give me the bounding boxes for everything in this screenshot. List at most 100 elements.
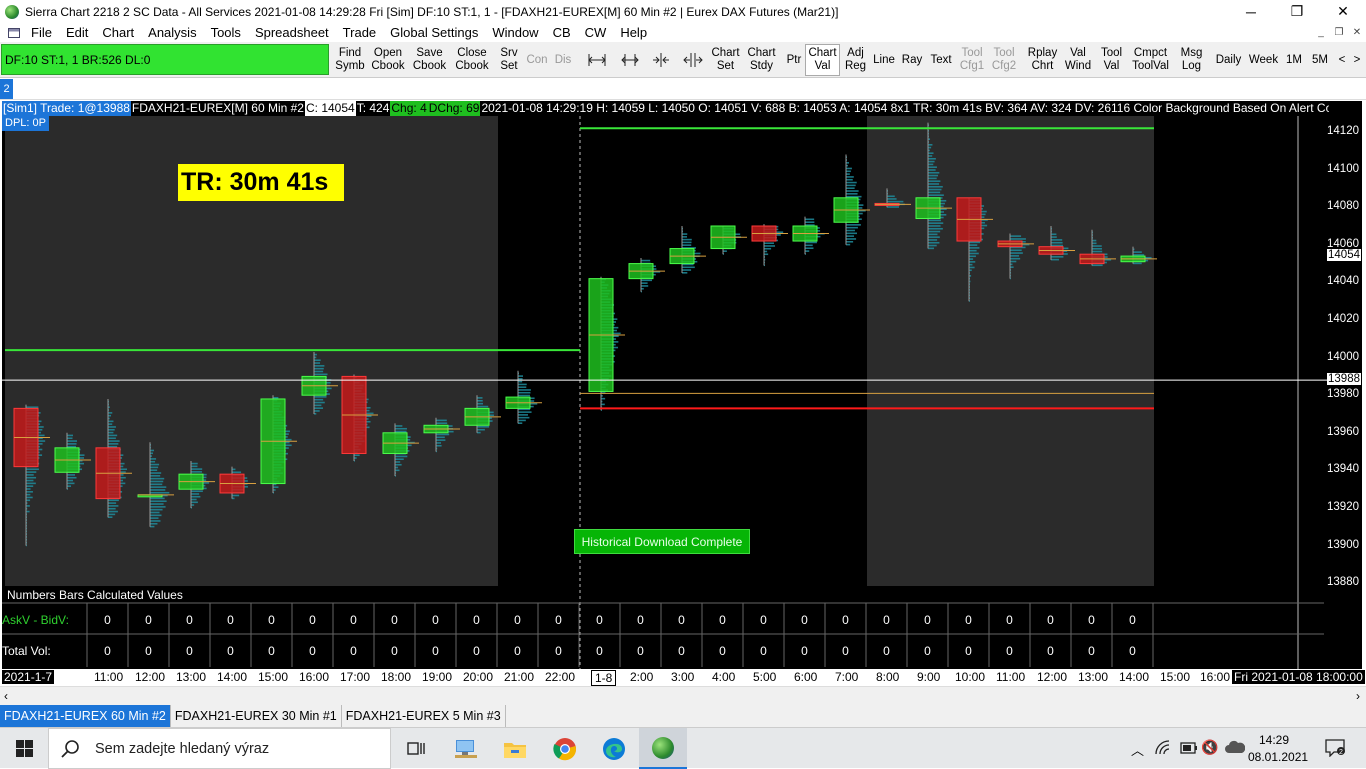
toolbar-button-sublabel: Reg bbox=[844, 60, 867, 72]
network-folder-icon[interactable] bbox=[442, 728, 490, 769]
toolbar-find-symb-button[interactable]: Find Symb bbox=[334, 44, 366, 76]
volume-profile-row bbox=[477, 431, 481, 434]
chartbook-tab-30min[interactable]: FDAXH21-EUREX 30 Min #1 bbox=[171, 705, 342, 727]
clock-date[interactable]: 08.01.2021 bbox=[1248, 750, 1308, 764]
toolbar-daily-button[interactable]: Daily bbox=[1211, 44, 1246, 76]
sierra-chart-taskbar-icon[interactable] bbox=[639, 728, 687, 769]
toolbar-val-wind-button[interactable]: Val Wind bbox=[1061, 44, 1095, 76]
toolbar-rplay-chrt-button[interactable]: Rplay Chrt bbox=[1024, 44, 1061, 76]
document-system-menu-icon[interactable] bbox=[8, 27, 20, 38]
toolbar--button[interactable]: > bbox=[1350, 44, 1364, 76]
battery-icon[interactable] bbox=[1180, 742, 1198, 757]
wifi-icon[interactable] bbox=[1155, 740, 1173, 759]
toolbar-chart-val-button[interactable]: Chart Val bbox=[805, 44, 840, 76]
toolbar-adj-reg-button[interactable]: Adj Reg bbox=[842, 44, 869, 76]
volume-profile-row bbox=[764, 242, 774, 245]
volume-profile-row bbox=[641, 279, 652, 282]
toolbar--button[interactable]: < bbox=[1334, 44, 1350, 76]
menu-analysis[interactable]: Analysis bbox=[141, 25, 203, 40]
toolbar-button-labels: Chart Stdy bbox=[747, 47, 775, 73]
menu-cb[interactable]: CB bbox=[546, 25, 578, 40]
scroll-to-start-icon[interactable] bbox=[584, 44, 610, 76]
maximize-button[interactable]: ❐ bbox=[1274, 0, 1320, 23]
session-background-jan8 bbox=[867, 116, 1154, 586]
volume-profile-row bbox=[518, 419, 526, 422]
price-scale[interactable]: 14120 14100 14080 14060 14040 14020 14000 13980… bbox=[1327, 101, 1362, 686]
menu-tools[interactable]: Tools bbox=[204, 25, 248, 40]
mdi-minimize-button[interactable]: _ bbox=[1312, 23, 1330, 41]
volume-muted-icon[interactable]: 🔇 bbox=[1201, 739, 1218, 756]
volume-profile-row bbox=[191, 465, 198, 468]
clock-time[interactable]: 14:29 bbox=[1253, 733, 1295, 747]
toolbar-cmpct-toolval-button[interactable]: Cmpct ToolVal bbox=[1129, 44, 1172, 76]
volume-profile-row bbox=[26, 505, 30, 507]
toolbar-ptr-button[interactable]: Ptr bbox=[783, 44, 805, 76]
toolbar-text-button[interactable]: Text bbox=[927, 44, 955, 76]
time-axis-label: 21:00 bbox=[504, 670, 535, 684]
scroll-right-icon[interactable]: › bbox=[1356, 689, 1360, 703]
askv-bidv-value: 0 bbox=[104, 613, 111, 627]
toolbar-line-button[interactable]: Line bbox=[870, 44, 898, 76]
toolbar-chart-set-button[interactable]: Chart Set bbox=[708, 44, 743, 76]
chart-number-tab[interactable]: 2 bbox=[0, 79, 13, 99]
toolbar-srv-set-button[interactable]: Srv Set bbox=[496, 44, 522, 76]
volume-profile-row bbox=[1010, 266, 1014, 268]
scroll-left-icon[interactable]: ‹ bbox=[4, 689, 8, 703]
menu-help[interactable]: Help bbox=[613, 25, 654, 40]
volume-profile-row bbox=[150, 503, 164, 505]
menu-spreadsheet[interactable]: Spreadsheet bbox=[248, 25, 336, 40]
toolbar-tool-cfg1-button[interactable]: Tool Cfg1 bbox=[956, 44, 988, 76]
toolbar-msg-log-button[interactable]: Msg Log bbox=[1176, 44, 1207, 76]
file-explorer-icon[interactable] bbox=[491, 728, 539, 769]
toolbar-tool-val-button[interactable]: Tool Val bbox=[1096, 44, 1127, 76]
toolbar-chart-stdy-button[interactable]: Chart Stdy bbox=[744, 44, 779, 76]
menu-file[interactable]: File bbox=[24, 25, 59, 40]
taskbar-search-box[interactable]: Sem zadejte hledaný výraz bbox=[48, 728, 391, 769]
chartbook-tab-5min[interactable]: FDAXH21-EUREX 5 Min #3 bbox=[342, 705, 506, 727]
chart-area[interactable]: [Sim1] Trade: 1@13988 FDAXH21-EUREX[M] 60… bbox=[2, 101, 1362, 686]
toolbar-ray-button[interactable]: Ray bbox=[899, 44, 925, 76]
horizontal-scrollbar[interactable]: ‹ › bbox=[0, 686, 1366, 705]
scroll-to-end-icon[interactable] bbox=[617, 44, 643, 76]
askv-bidv-value: 0 bbox=[842, 613, 849, 627]
notifications-icon[interactable]: 2 bbox=[1325, 739, 1345, 760]
close-button[interactable]: ✕ bbox=[1320, 0, 1366, 23]
zoom-in-bars-icon[interactable] bbox=[648, 44, 674, 76]
toolbar-tool-cfg2-button[interactable]: Tool Cfg2 bbox=[988, 44, 1020, 76]
toolbar-save-cbook-button[interactable]: Save Cbook bbox=[410, 44, 449, 76]
show-hidden-icons-icon[interactable]: ︿ bbox=[1131, 740, 1144, 759]
toolbar-5m-button[interactable]: 5M bbox=[1307, 44, 1333, 76]
chrome-icon[interactable] bbox=[541, 728, 589, 769]
toolbar-close-cbook-button[interactable]: Close Cbook bbox=[452, 44, 492, 76]
volume-profile-row bbox=[150, 472, 162, 474]
volume-profile-row bbox=[928, 183, 940, 185]
toolbar-open-cbook-button[interactable]: Open Cbook bbox=[369, 44, 407, 76]
volume-profile-row bbox=[108, 412, 113, 414]
windows-start-icon[interactable] bbox=[0, 728, 48, 769]
task-view-icon[interactable] bbox=[392, 728, 440, 769]
volume-profile-row bbox=[1092, 247, 1102, 250]
time-scale[interactable]: 2021-1-7 11:00 12:00 13:00 14:00 15:00 16:00 1… bbox=[0, 669, 1366, 686]
sierra-chart-app-icon[interactable] bbox=[5, 4, 19, 19]
menu-trade[interactable]: Trade bbox=[336, 25, 383, 40]
menu-chart[interactable]: Chart bbox=[95, 25, 141, 40]
price-axis-label: 13880 bbox=[1327, 576, 1359, 589]
zoom-out-bars-icon[interactable] bbox=[680, 44, 706, 76]
edge-icon[interactable] bbox=[590, 728, 638, 769]
menu-global-settings[interactable]: Global Settings bbox=[383, 25, 485, 40]
mdi-close-button[interactable]: ✕ bbox=[1348, 23, 1366, 41]
toolbar-1m-button[interactable]: 1M bbox=[1283, 44, 1305, 76]
minimize-button[interactable]: ─ bbox=[1228, 0, 1274, 23]
toolbar-week-button[interactable]: Week bbox=[1246, 44, 1281, 76]
weather-cloud-icon[interactable] bbox=[1225, 740, 1246, 757]
toolbar-con-button[interactable]: Con bbox=[523, 44, 551, 76]
volume-profile-row bbox=[969, 255, 976, 258]
menu-window[interactable]: Window bbox=[485, 25, 545, 40]
toolbar-dis-button[interactable]: Dis bbox=[551, 44, 575, 76]
mdi-restore-button[interactable]: ❐ bbox=[1330, 23, 1348, 41]
menu-cw[interactable]: CW bbox=[578, 25, 614, 40]
menu-edit[interactable]: Edit bbox=[59, 25, 95, 40]
chartbook-tab-60min[interactable]: FDAXH21-EUREX 60 Min #2 bbox=[0, 705, 171, 727]
volume-profile-row bbox=[108, 505, 119, 507]
askv-bidv-value: 0 bbox=[473, 613, 480, 627]
